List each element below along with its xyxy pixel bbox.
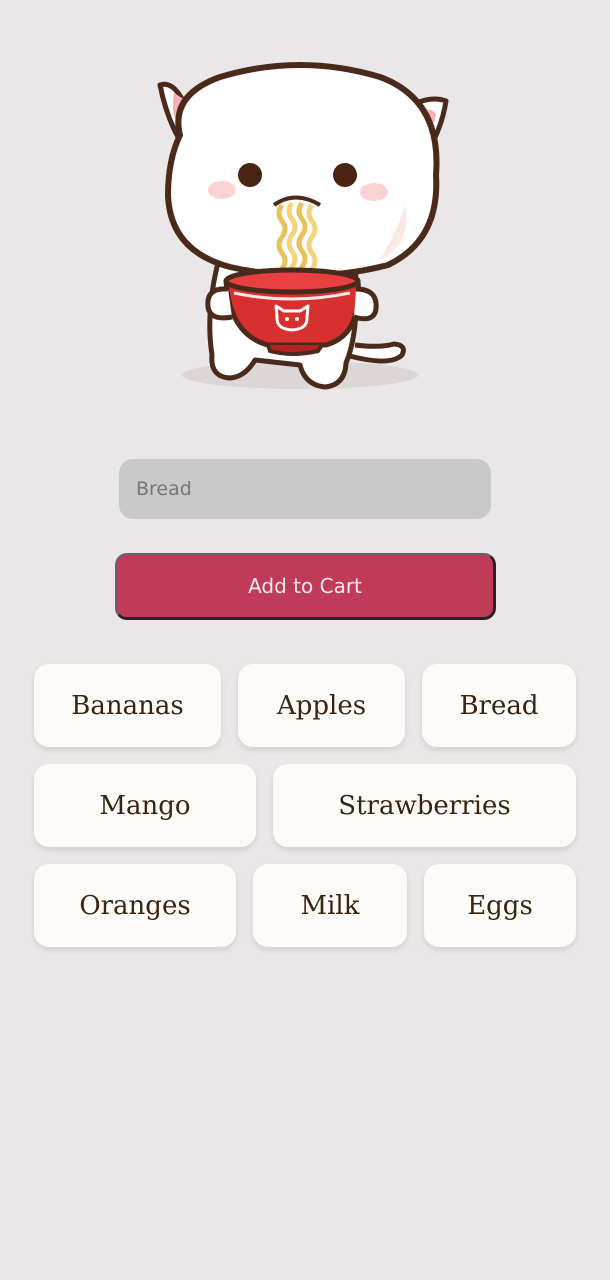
add-to-cart-button[interactable]: Add to Cart: [115, 553, 496, 620]
item-chip-oranges[interactable]: Oranges: [34, 864, 236, 947]
chip-row: Mango Strawberries: [34, 764, 576, 847]
chip-row: Bananas Apples Bread: [34, 664, 576, 747]
item-chip-eggs[interactable]: Eggs: [424, 864, 576, 947]
item-input[interactable]: [119, 459, 491, 519]
item-chip-strawberries[interactable]: Strawberries: [273, 764, 576, 847]
item-chip-apples[interactable]: Apples: [238, 664, 405, 747]
item-chip-bananas[interactable]: Bananas: [34, 664, 221, 747]
item-chip-list: Bananas Apples Bread Mango Strawberries …: [34, 664, 576, 964]
cat-eating-ramen-icon: [157, 62, 449, 390]
chip-row: Oranges Milk Eggs: [34, 864, 576, 947]
item-chip-milk[interactable]: Milk: [253, 864, 407, 947]
item-chip-bread[interactable]: Bread: [422, 664, 576, 747]
item-chip-mango[interactable]: Mango: [34, 764, 256, 847]
